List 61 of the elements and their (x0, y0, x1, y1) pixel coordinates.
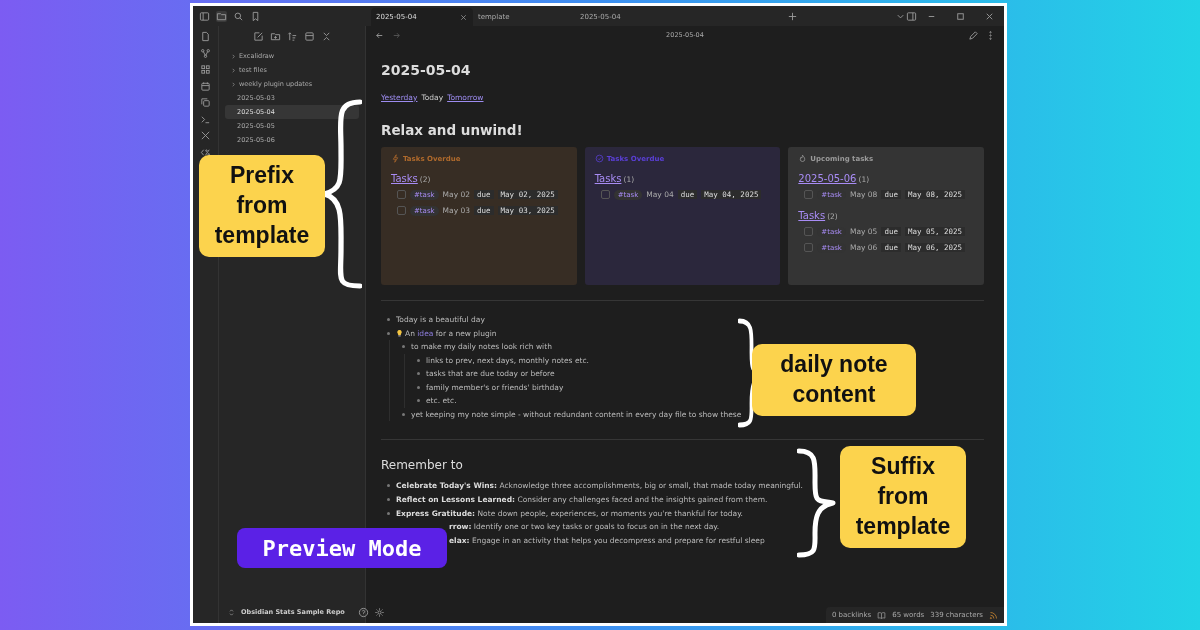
sidebar-toggle-icon[interactable] (906, 10, 917, 22)
bullet-dot (402, 345, 405, 349)
section-heading: Relax and unwind! (381, 121, 524, 139)
graph-icon[interactable] (200, 47, 211, 59)
chevron-right-icon (231, 53, 236, 59)
bullet-dot (417, 399, 420, 403)
task-checkbox[interactable] (804, 190, 814, 199)
search-icon[interactable] (233, 10, 244, 22)
collapse-icon[interactable] (303, 30, 315, 42)
task-checkbox[interactable] (397, 206, 406, 215)
task-checkbox[interactable] (804, 243, 814, 252)
bullet-dot (387, 511, 390, 515)
bullet-dot (387, 498, 390, 502)
sidebar-toggle-icon[interactable] (199, 10, 210, 22)
callout-label: Suffix from template (840, 446, 966, 548)
task-checkbox[interactable] (397, 190, 406, 199)
close-icon[interactable] (459, 12, 468, 22)
light-bulb-icon (396, 328, 403, 338)
percent-icon[interactable] (200, 146, 211, 158)
settings-icon[interactable] (373, 606, 385, 618)
bullet-dot (387, 331, 390, 335)
vault-switch-icon[interactable] (227, 607, 236, 617)
collapse-all-icon[interactable] (320, 30, 332, 42)
bullet-dot (417, 385, 420, 389)
callout-label: daily note content (752, 344, 916, 416)
task-checkbox[interactable] (600, 190, 610, 199)
group-link[interactable]: Tasks (594, 173, 622, 184)
pencil-icon[interactable] (968, 29, 979, 41)
sort-icon[interactable] (286, 30, 298, 42)
group-link[interactable]: Tasks (798, 210, 826, 221)
chevron-right-icon (231, 67, 236, 73)
callout-label: Prefix from template (199, 155, 325, 257)
flame-icon (798, 154, 808, 163)
group-link[interactable]: 2025-05-06 (798, 173, 857, 184)
grid-icon[interactable] (200, 64, 211, 75)
book-icon[interactable] (877, 610, 887, 620)
mode-badge: Preview Mode (237, 528, 447, 568)
maximize-icon[interactable] (955, 10, 966, 22)
calendar-icon[interactable] (200, 80, 211, 92)
chevron-right-icon (231, 81, 236, 87)
bullet-dot (417, 358, 420, 362)
new-note-icon[interactable] (252, 30, 264, 42)
terminal-icon[interactable] (200, 113, 211, 125)
bullet-dot (387, 318, 390, 322)
help-icon[interactable] (357, 606, 369, 618)
bullet-dot (387, 484, 390, 488)
new-folder-icon[interactable] (269, 30, 281, 42)
note-title: 2025-05-04 (381, 61, 472, 80)
bullet-dot (402, 412, 405, 416)
group-link[interactable]: Tasks (391, 173, 418, 184)
folder-icon[interactable] (216, 10, 227, 22)
sync-icon[interactable] (989, 610, 998, 620)
lightning-icon (391, 154, 400, 163)
task-checkbox[interactable] (804, 227, 814, 236)
check-circle-icon (594, 154, 604, 163)
bookmark-icon[interactable] (250, 10, 261, 22)
bullet-dot (417, 372, 420, 376)
document-icon[interactable] (200, 31, 211, 42)
copy-icon[interactable] (200, 97, 211, 108)
section-heading: Remember to (381, 457, 463, 474)
plus-icon[interactable] (787, 10, 798, 22)
